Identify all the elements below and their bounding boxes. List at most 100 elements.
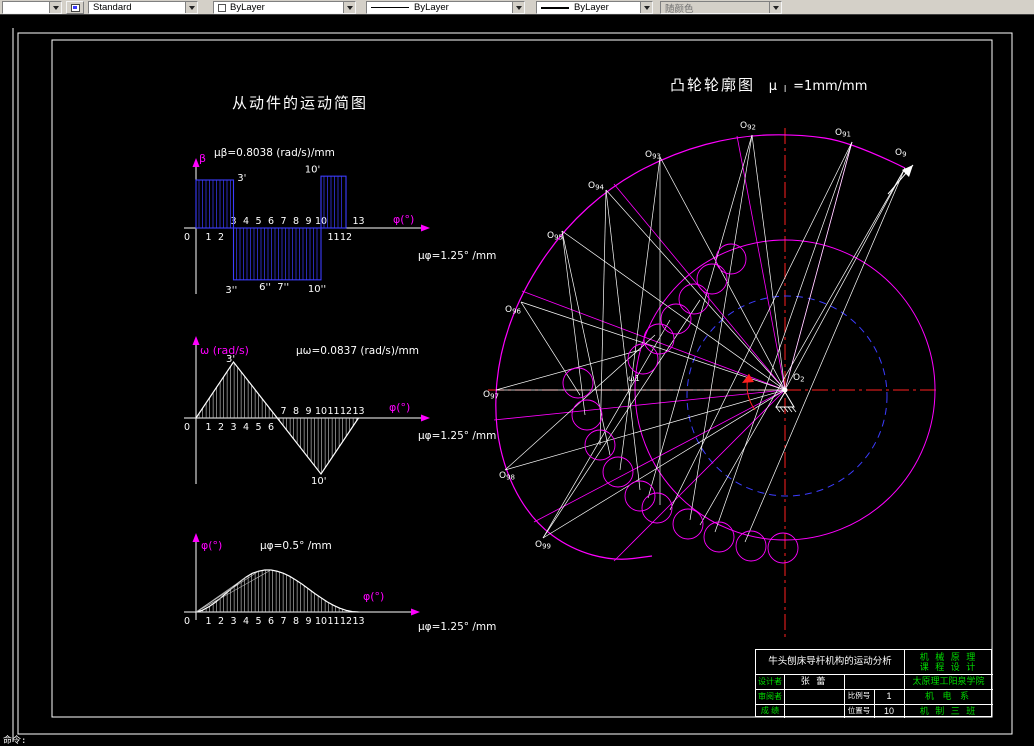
radial-spoke (493, 389, 786, 421)
x-scale-note: μφ=1.25° /mm (418, 430, 496, 442)
chevron-down-icon[interactable] (49, 2, 61, 13)
tick-label: 13 (352, 406, 364, 417)
y-axis-arrow-icon (192, 533, 200, 542)
roller-circle (660, 303, 692, 335)
point-label: 3' (226, 354, 235, 365)
radial-line (504, 389, 786, 471)
cam-point-label: O99 (535, 540, 551, 551)
cam-center-label: O2 (793, 373, 805, 384)
right-diagram-title: 凸轮轮廓图 μ l =1mm/mm (670, 76, 867, 96)
point-label: 3' (237, 173, 246, 184)
tick-label: 6 (268, 616, 274, 627)
scale-note: μβ=0.8038 (rad/s)/mm (214, 147, 335, 159)
x-axis-arrow-icon (411, 608, 420, 616)
y-axis-label: φ(°) (201, 539, 222, 552)
y-axis-label: ω (rad/s) (200, 344, 249, 357)
drawing-canvas[interactable]: 从动件的运动简图 凸轮轮廓图 μ l =1mm/mm β φ(°) μβ=0.803… (0, 0, 1034, 742)
ground-hatch (791, 406, 797, 413)
caret-glyph (188, 5, 195, 10)
x-scale-note: μφ=1.25° /mm (418, 621, 496, 633)
tick-label: 11 (327, 616, 339, 627)
tick-label: 8 (293, 216, 299, 227)
chevron-down-icon[interactable] (769, 2, 781, 13)
tick-label: 12 (340, 406, 352, 417)
tick-label: 8 (293, 616, 299, 627)
tick-label: 6 (268, 422, 274, 433)
x-axis-arrow-icon (421, 414, 430, 422)
tick-label: 10 (315, 406, 327, 417)
designer-label: 设计者 (758, 676, 782, 686)
tick-label: 11 (327, 406, 339, 417)
point-label: 6'' (259, 282, 271, 293)
radial-line (784, 141, 853, 391)
roller-circle (627, 343, 659, 375)
construction-line (599, 189, 607, 446)
construction-line (744, 167, 906, 543)
cam-point-label: O95 (547, 231, 563, 242)
construction-line (520, 301, 581, 396)
layer-icon (70, 3, 80, 12)
chart-velocity: ω (rad/s) φ(°) μω=0.0837 (rad/s)/mm μφ=1.25… (184, 336, 496, 487)
cam-scale-sub: l (784, 85, 787, 95)
construction-line (699, 167, 906, 526)
make-layer-current-button[interactable] (66, 1, 84, 14)
construction-line (689, 134, 753, 521)
step-block (195, 179, 235, 229)
roller-circle (696, 263, 728, 295)
lineweight-combo[interactable]: ByLayer (536, 1, 653, 14)
tick-label: 7 (280, 406, 286, 417)
tick-label: 5 (255, 422, 261, 433)
roller-circle (715, 243, 747, 275)
reviewer-label: 审阅者 (758, 691, 782, 701)
drawing-frame (12, 28, 1013, 742)
roller-circle (571, 399, 603, 431)
tick-label: 4 (243, 422, 249, 433)
chevron-down-icon[interactable] (185, 2, 197, 13)
position-label: 位置号 (847, 705, 871, 715)
roller-circle (624, 480, 656, 512)
color-combo[interactable]: ByLayer (213, 1, 356, 14)
grade-label: 成 绩 (760, 706, 780, 716)
tick-label: 10 (315, 616, 327, 627)
radial-spoke (613, 389, 786, 562)
radial-spoke (736, 135, 786, 391)
chevron-down-icon[interactable] (640, 2, 652, 13)
tick-label: 2 (218, 422, 224, 433)
y-axis-arrow-icon (192, 336, 200, 345)
tick-label: 3 (230, 422, 236, 433)
chevron-down-icon[interactable] (343, 2, 355, 13)
point-label: 10'' (308, 284, 326, 295)
tick-label: 5 (255, 216, 261, 227)
cam-scale-value: =1mm/mm (793, 79, 867, 94)
scale-value: 1 (886, 691, 892, 702)
cam-point-label: O92 (740, 121, 756, 132)
linetype-combo[interactable]: ByLayer (366, 1, 525, 14)
tick-label: 2 (218, 616, 224, 627)
command-line-hint[interactable]: 命令: (3, 733, 26, 746)
color-combo-value: ByLayer (230, 2, 265, 13)
cad-window: { "window": { "command_hint": "命令:" }, "… (0, 0, 1034, 746)
cam-point-label: O98 (499, 471, 515, 482)
construction-line (619, 156, 661, 471)
tick-label: 6 (268, 216, 274, 227)
school-name: 太原理工阳泉学院 (912, 676, 985, 687)
tick-label: 7 (280, 616, 286, 627)
tick-label: 2 (218, 232, 224, 243)
tick-label: 8 (293, 406, 299, 417)
x-axis-arrow-icon (421, 224, 430, 232)
chart-displacement: φ(°)φ(°)μφ=0.5° /mmμφ=1.25° /mm0 1 2 3 4 5 6 7 8… (184, 533, 496, 633)
class-name: 机 制 三 班 (919, 705, 978, 716)
radial-line (542, 389, 786, 539)
chevron-down-icon[interactable] (512, 2, 524, 13)
course-line1: 机 械 原 理 (919, 651, 978, 662)
caret-glyph (52, 5, 59, 10)
style-combo[interactable]: Standard (88, 1, 198, 14)
tick-label: 0 (184, 616, 190, 627)
y-axis-label: β (199, 152, 206, 165)
designer-name: 张 蕾 (800, 676, 828, 687)
construction-line (561, 230, 611, 456)
cam-point-label: O94 (588, 181, 605, 192)
point-label: 3'' (225, 285, 237, 296)
layer-combo[interactable] (2, 1, 62, 14)
plotstyle-combo[interactable]: 随颜色 (660, 1, 782, 14)
